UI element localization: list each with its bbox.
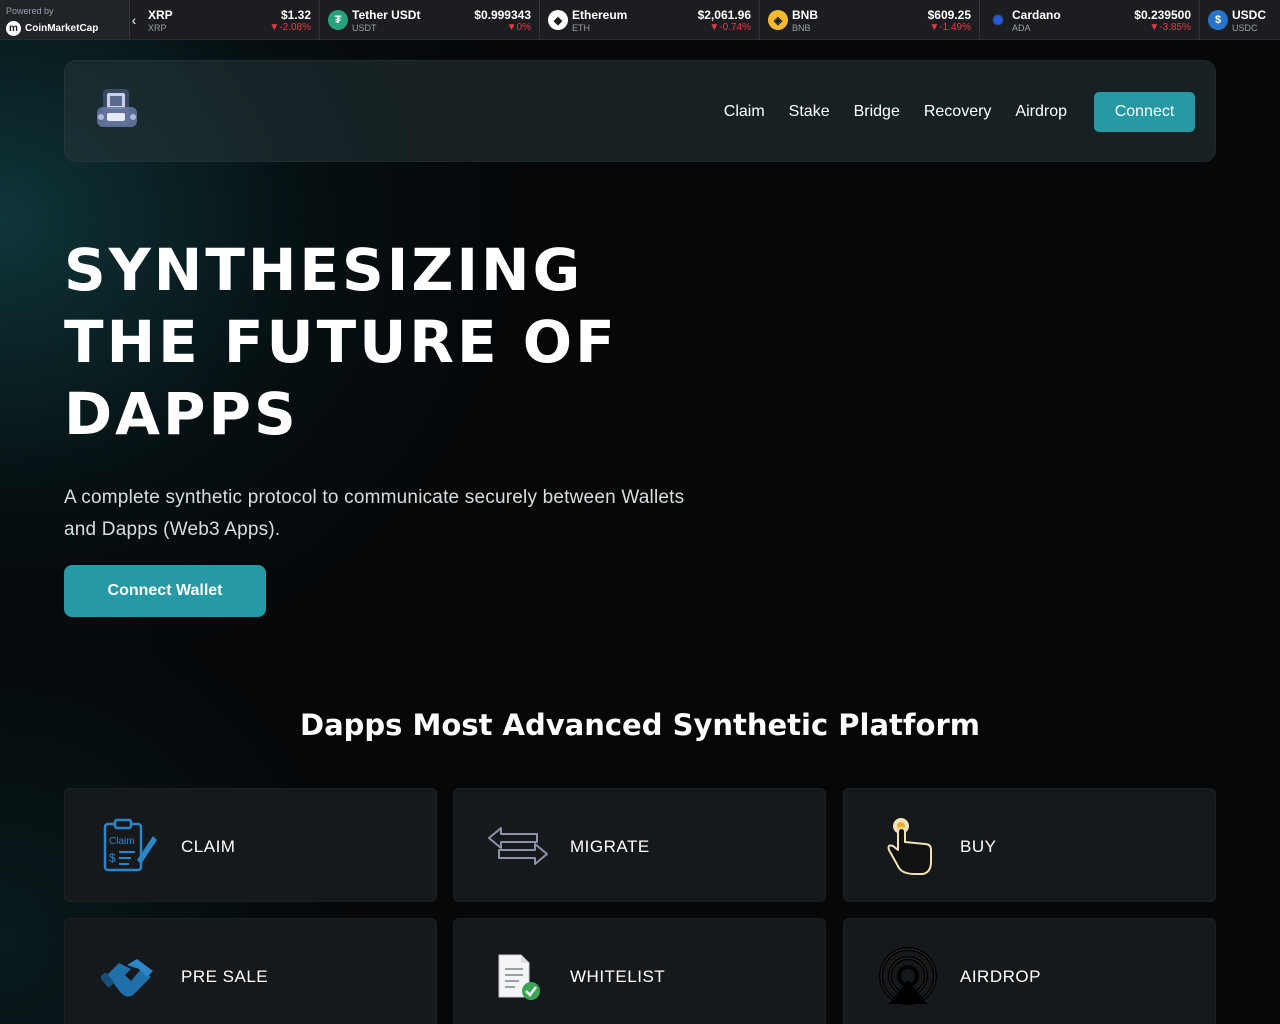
nav-links: Claim Stake Bridge Recovery Airdrop	[724, 61, 1067, 163]
coin-symbol: ADA	[1012, 23, 1031, 33]
feature-card-label: AIRDROP	[960, 967, 1041, 986]
coin-price: $2,061.96	[697, 8, 751, 22]
feature-card-presale[interactable]: PRE SALE	[64, 918, 437, 1024]
feature-card-claim[interactable]: Claim $ CLAIM	[64, 788, 437, 902]
whitelist-document-icon	[486, 945, 550, 1009]
bnb-icon: ◈	[768, 10, 788, 30]
hero-title-line: THE FUTURE OF	[64, 308, 618, 376]
ticker-coin-ada[interactable]: ✺ Cardano ADA $0.239500 ▼-3.85%	[980, 0, 1200, 39]
claim-clipboard-icon: Claim $	[97, 814, 161, 878]
nav-link-stake[interactable]: Stake	[789, 103, 830, 121]
ticker-coin-bnb[interactable]: ◈ BNB BNB $609.25 ▼-1.49%	[760, 0, 980, 39]
handshake-icon	[97, 945, 161, 1009]
usdc-icon: $	[1208, 10, 1228, 30]
feature-card-label: WHITELIST	[570, 967, 666, 986]
feature-card-buy[interactable]: BUY	[843, 788, 1216, 902]
coin-name: Tether USDt	[352, 8, 421, 22]
coin-symbol: USDT	[352, 23, 377, 33]
coinmarketcap-logo-icon: m	[6, 21, 21, 36]
migrate-arrows-icon	[486, 814, 550, 878]
coin-change: ▼-3.85%	[1149, 22, 1191, 33]
coin-symbol: ETH	[572, 23, 590, 33]
coin-name: Ethereum	[572, 8, 628, 22]
coin-name: XRP	[148, 8, 173, 22]
feature-card-label: BUY	[960, 837, 997, 856]
site-logo-icon[interactable]	[95, 87, 141, 133]
feature-card-label: CLAIM	[181, 837, 236, 856]
hero-title-line: SYNTHESIZING	[64, 236, 584, 304]
feature-card-airdrop[interactable]: AIRDROP	[843, 918, 1216, 1024]
coin-change: ▼-2.08%	[269, 22, 311, 33]
price-ticker: Powered by m CoinMarketCap ‹ XRP XRP $1.…	[0, 0, 1280, 40]
cardano-icon: ✺	[992, 11, 1004, 28]
coinmarketcap-name: CoinMarketCap	[25, 23, 99, 34]
feature-card-migrate[interactable]: MIGRATE	[453, 788, 826, 902]
coin-name: BNB	[792, 8, 818, 22]
connect-wallet-button[interactable]: Connect Wallet	[64, 565, 266, 617]
nav-link-bridge[interactable]: Bridge	[854, 103, 900, 121]
ticker-coin-usdc[interactable]: $ USDC USDC	[1200, 0, 1280, 39]
hero-title: SYNTHESIZING THE FUTURE OF DAPPS	[64, 234, 684, 450]
airdrop-signal-icon	[876, 945, 940, 1009]
connect-button[interactable]: Connect	[1094, 92, 1195, 132]
coin-price: $609.25	[927, 8, 971, 22]
coin-change: ▼0%	[506, 22, 531, 33]
ticker-coin-usdt[interactable]: ₮ Tether USDt USDT $0.999343 ▼0%	[320, 0, 540, 39]
ticker-coin-eth[interactable]: ◆ Ethereum ETH $2,061.96 ▼-0.74%	[540, 0, 760, 39]
nav-link-recovery[interactable]: Recovery	[924, 103, 992, 121]
top-navbar: Claim Stake Bridge Recovery Airdrop Conn…	[64, 60, 1216, 162]
nav-link-airdrop[interactable]: Airdrop	[1015, 103, 1067, 121]
svg-text:Claim: Claim	[109, 836, 135, 847]
powered-by-label: Powered by	[6, 6, 54, 16]
hero-title-line: DAPPS	[64, 380, 299, 448]
hero-subtitle: A complete synthetic protocol to communi…	[64, 487, 685, 540]
coin-symbol: USDC	[1232, 23, 1258, 33]
tether-icon: ₮	[328, 10, 348, 30]
coin-price: $0.239500	[1134, 8, 1191, 22]
ethereum-icon: ◆	[548, 10, 568, 30]
coinmarketcap-widget-brand[interactable]: Powered by m CoinMarketCap	[0, 0, 130, 39]
coin-symbol: XRP	[148, 23, 167, 33]
features-section-title: Dapps Most Advanced Synthetic Platform	[300, 708, 980, 742]
coin-change: ▼-0.74%	[709, 22, 751, 33]
buy-hand-icon	[876, 814, 940, 878]
feature-card-label: MIGRATE	[570, 837, 650, 856]
nav-link-claim[interactable]: Claim	[724, 103, 765, 121]
coin-change: ▼-1.49%	[929, 22, 971, 33]
feature-card-label: PRE SALE	[181, 967, 269, 986]
coin-name: Cardano	[1012, 8, 1061, 22]
coin-price: $1.32	[280, 8, 311, 22]
coin-price: $0.999343	[474, 8, 531, 22]
coin-name: USDC	[1232, 8, 1267, 22]
feature-card-whitelist[interactable]: WHITELIST	[453, 918, 826, 1024]
svg-text:$: $	[109, 851, 116, 865]
coin-symbol: BNB	[792, 23, 811, 33]
ticker-coin-xrp[interactable]: XRP XRP $1.32 ▼-2.08%	[140, 0, 320, 39]
